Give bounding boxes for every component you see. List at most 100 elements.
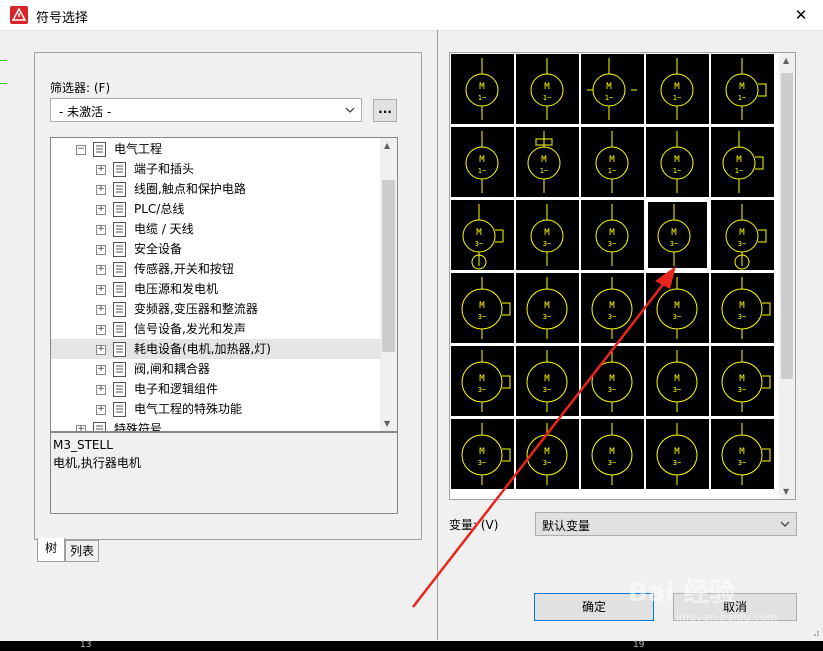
svg-text:M: M: [479, 374, 485, 384]
svg-text:3~: 3~: [543, 386, 551, 394]
expand-icon[interactable]: +: [76, 425, 86, 431]
motor-symbol-cell[interactable]: M 3~: [646, 273, 709, 343]
motor-symbol-cell[interactable]: M 3~: [516, 346, 579, 416]
tree-item[interactable]: + 安全设备: [51, 239, 381, 259]
tree-item[interactable]: + 阀,闸和耦合器: [51, 359, 381, 379]
motor-symbol-cell[interactable]: M 1~: [451, 54, 514, 124]
scroll-up-icon[interactable]: ▲: [783, 56, 789, 65]
motor-symbol-icon: M 3~: [461, 277, 511, 339]
expand-icon[interactable]: +: [96, 305, 106, 315]
expand-icon[interactable]: +: [96, 185, 106, 195]
motor-symbol-cell[interactable]: M 3~: [711, 273, 774, 343]
tree-item[interactable]: + 变频器,变压器和整流器: [51, 299, 381, 319]
expand-icon[interactable]: +: [96, 285, 106, 295]
svg-text:M: M: [674, 374, 680, 384]
motor-symbol-cell[interactable]: M 1~: [711, 127, 774, 197]
motor-symbol-cell[interactable]: M 1~: [516, 54, 579, 124]
tree-item-label: 耗电设备(电机,加热器,灯): [134, 342, 271, 356]
tree-scrollbar[interactable]: ▲ ▼: [380, 138, 397, 431]
tree-item[interactable]: + 信号设备,发光和发声: [51, 319, 381, 339]
motor-symbol-icon: M 3~: [657, 204, 691, 266]
scroll-down-icon[interactable]: ▼: [384, 419, 390, 428]
expand-icon[interactable]: +: [96, 385, 106, 395]
motor-symbol-icon: M 3~: [591, 277, 633, 339]
filter-dropdown[interactable]: - 未激活 -: [50, 98, 362, 122]
expand-icon[interactable]: +: [96, 205, 106, 215]
motor-symbol-cell[interactable]: M 1~: [581, 54, 644, 124]
expand-icon[interactable]: +: [96, 225, 106, 235]
motor-symbol-cell[interactable]: M 3~: [516, 200, 579, 270]
tree-item[interactable]: + 端子和插头: [51, 159, 381, 179]
chevron-down-icon: [780, 521, 790, 527]
tree-item[interactable]: + 传感器,开关和按钮: [51, 259, 381, 279]
motor-symbol-cell[interactable]: M 3~: [581, 200, 644, 270]
expand-icon[interactable]: +: [96, 265, 106, 275]
motor-symbol-cell[interactable]: M 3~: [646, 346, 709, 416]
category-tree[interactable]: ▲ ▼ − 电气工程 + 端子和插头 + 线圈,触点和保护电路 + PLC/总线 + 电缆 / 天…: [50, 137, 398, 432]
motor-symbol-cell[interactable]: M 3~: [581, 346, 644, 416]
grid-scrollbar[interactable]: ▲ ▼: [779, 53, 795, 499]
motor-symbol-cell[interactable]: M 1~: [581, 127, 644, 197]
motor-symbol-cell[interactable]: M 3~: [711, 200, 774, 270]
motor-symbol-cell[interactable]: M 1~: [711, 54, 774, 124]
expand-icon[interactable]: +: [96, 345, 106, 355]
tree-item[interactable]: + 电气工程的特殊功能: [51, 399, 381, 419]
expand-icon[interactable]: +: [96, 365, 106, 375]
svg-text:M: M: [479, 82, 485, 92]
tree-item[interactable]: + 电缆 / 天线: [51, 219, 381, 239]
tree-item[interactable]: + 耗电设备(电机,加热器,灯): [51, 339, 381, 359]
filter-more-button[interactable]: ...: [373, 99, 397, 122]
motor-symbol-cell[interactable]: M 3~: [516, 419, 579, 489]
grid-scroll-thumb[interactable]: [781, 73, 793, 379]
window-title: 符号选择: [36, 11, 89, 26]
motor-symbol-cell[interactable]: M 1~: [646, 127, 709, 197]
svg-text:3~: 3~: [738, 313, 746, 321]
motor-symbol-cell[interactable]: M 3~: [516, 273, 579, 343]
motor-symbol-cell[interactable]: M 3~: [451, 346, 514, 416]
svg-text:M: M: [544, 82, 550, 92]
svg-text:3~: 3~: [478, 459, 486, 467]
motor-symbol-cell[interactable]: M 3~: [711, 419, 774, 489]
motor-symbol-cell[interactable]: M 3~: [451, 419, 514, 489]
tree-scroll-thumb[interactable]: [382, 180, 395, 352]
motor-symbol-icon: M 3~: [656, 350, 698, 412]
close-button[interactable]: ✕: [779, 0, 823, 30]
expand-icon[interactable]: +: [96, 245, 106, 255]
symbol-description-text: 电机,执行器电机: [53, 456, 141, 470]
tree-item[interactable]: + 线圈,触点和保护电路: [51, 179, 381, 199]
tree-item-label: 线圈,触点和保护电路: [134, 182, 246, 196]
motor-symbol-icon: M 3~: [526, 423, 568, 485]
tab-list[interactable]: 列表: [65, 540, 99, 562]
svg-text:M: M: [544, 374, 550, 384]
motor-symbol-cell[interactable]: M 1~: [451, 127, 514, 197]
variant-dropdown[interactable]: 默认变量: [535, 512, 797, 536]
resize-grip-icon[interactable]: [810, 627, 820, 637]
svg-text:3~: 3~: [673, 459, 681, 467]
motor-symbol-cell[interactable]: M 1~: [516, 127, 579, 197]
motor-symbol-cell[interactable]: M 3~: [581, 273, 644, 343]
tree-item[interactable]: + PLC/总线: [51, 199, 381, 219]
svg-text:M: M: [544, 447, 550, 457]
motor-symbol-cell[interactable]: M 3~: [646, 200, 709, 270]
motor-symbol-cell[interactable]: M 3~: [646, 419, 709, 489]
category-folder-icon: [113, 262, 126, 277]
motor-symbol-cell[interactable]: M 3~: [451, 273, 514, 343]
tree-item[interactable]: + 电子和逻辑组件: [51, 379, 381, 399]
tree-item-root[interactable]: − 电气工程: [51, 139, 381, 159]
svg-text:M: M: [479, 155, 485, 165]
expand-icon[interactable]: +: [96, 165, 106, 175]
symbol-grid[interactable]: ▲ ▼ M 1~ M 1~ M 1~ M 1~ M 1~ M 1~ M 1~ M…: [449, 52, 796, 500]
motor-symbol-cell[interactable]: M 3~: [711, 346, 774, 416]
expand-icon[interactable]: +: [96, 325, 106, 335]
motor-symbol-cell[interactable]: M 3~: [451, 200, 514, 270]
tree-item[interactable]: + 电压源和发电机: [51, 279, 381, 299]
motor-symbol-icon: M 3~: [461, 350, 511, 412]
collapse-icon[interactable]: −: [76, 145, 86, 155]
expand-icon[interactable]: +: [96, 405, 106, 415]
scroll-up-icon[interactable]: ▲: [384, 141, 390, 150]
motor-symbol-cell[interactable]: M 1~: [646, 54, 709, 124]
tab-tree[interactable]: 树: [37, 538, 65, 562]
tree-item-root[interactable]: + 特殊符号: [51, 419, 381, 431]
scroll-down-icon[interactable]: ▼: [783, 487, 789, 496]
motor-symbol-cell[interactable]: M 3~: [581, 419, 644, 489]
